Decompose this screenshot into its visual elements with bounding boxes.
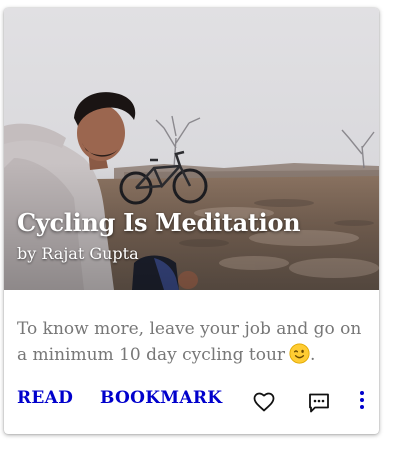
comment-button[interactable] <box>306 391 332 419</box>
bookmark-button[interactable]: BOOKMARK <box>100 388 222 408</box>
heart-icon <box>253 392 275 412</box>
more-vertical-icon <box>360 391 364 409</box>
card-description: To know more, leave your job and go on a… <box>17 316 369 368</box>
card-author: by Rajat Gupta <box>17 244 139 263</box>
card-actions: READ BOOKMARK <box>4 384 379 424</box>
article-card: Cycling Is Meditation by Rajat Gupta To … <box>4 8 379 434</box>
description-end: . <box>310 345 316 365</box>
like-button[interactable] <box>251 390 277 418</box>
winking-face-emoji-icon <box>289 343 310 364</box>
read-button[interactable]: READ <box>17 388 73 408</box>
card-title: Cycling Is Meditation <box>17 208 301 237</box>
more-options-button[interactable] <box>354 389 370 415</box>
comment-icon <box>309 393 329 413</box>
